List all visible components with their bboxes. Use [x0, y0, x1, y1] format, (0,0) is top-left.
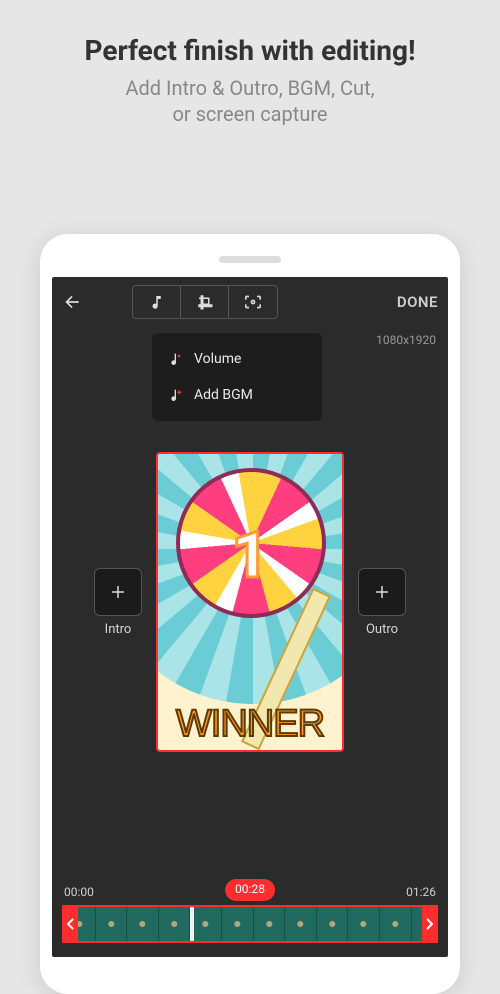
time-current-badge: 00:28 [225, 879, 275, 901]
time-labels: 00:00 00:28 01:26 [52, 885, 448, 899]
tab-music[interactable] [133, 286, 181, 318]
rank-number: 1 [158, 518, 342, 593]
tool-tabs [132, 285, 278, 319]
trim-handle-left[interactable] [64, 907, 78, 941]
dropdown-add-bgm-label: Add BGM [194, 387, 253, 403]
plus-icon [373, 583, 391, 601]
winner-banner: WINNER [158, 703, 342, 746]
music-dropdown: Volume Add BGM [152, 333, 322, 421]
phone-speaker [219, 256, 281, 263]
chevron-left-icon [67, 918, 75, 930]
preview-row: Intro 1 WINNER Outro [52, 452, 448, 752]
timeline-thumb [254, 907, 286, 941]
timeline-thumb [317, 907, 349, 941]
chevron-right-icon [425, 918, 433, 930]
time-start: 00:00 [64, 885, 94, 899]
back-icon[interactable] [62, 290, 86, 314]
promo-subtitle: Add Intro & Outro, BGM, Cut,or screen ca… [0, 75, 500, 127]
trim-handle-right[interactable] [422, 907, 436, 941]
timeline-thumb [348, 907, 380, 941]
outro-label: Outro [366, 622, 398, 637]
phone-frame: DONE 1080x1920 Volume Add BGM Intro [40, 234, 460, 994]
timeline-thumb [159, 907, 191, 941]
timeline-playhead[interactable] [190, 905, 194, 943]
timeline-thumb [285, 907, 317, 941]
promo-title: Perfect finish with editing! [0, 34, 500, 67]
time-end: 01:26 [406, 885, 436, 899]
editor-topbar: DONE [52, 277, 448, 327]
plus-icon [109, 583, 127, 601]
editor-screen: DONE 1080x1920 Volume Add BGM Intro [52, 277, 448, 957]
intro-box: Intro [94, 568, 142, 637]
intro-label: Intro [105, 622, 132, 637]
video-preview[interactable]: 1 WINNER [156, 452, 344, 752]
add-intro-button[interactable] [94, 568, 142, 616]
timeline-thumb [96, 907, 128, 941]
timeline-thumb [127, 907, 159, 941]
timeline-thumb [222, 907, 254, 941]
add-bgm-icon [168, 387, 184, 403]
timeline-track[interactable] [62, 905, 438, 943]
outro-box: Outro [358, 568, 406, 637]
done-button[interactable]: DONE [397, 293, 438, 311]
tab-crop[interactable] [181, 286, 229, 318]
add-outro-button[interactable] [358, 568, 406, 616]
dropdown-volume-label: Volume [194, 351, 241, 367]
resolution-label: 1080x1920 [376, 333, 436, 347]
volume-icon [168, 351, 184, 367]
tab-capture[interactable] [229, 286, 277, 318]
timeline-thumb [380, 907, 412, 941]
dropdown-add-bgm[interactable]: Add BGM [152, 377, 322, 413]
dropdown-volume[interactable]: Volume [152, 341, 322, 377]
timeline-thumb [190, 907, 222, 941]
